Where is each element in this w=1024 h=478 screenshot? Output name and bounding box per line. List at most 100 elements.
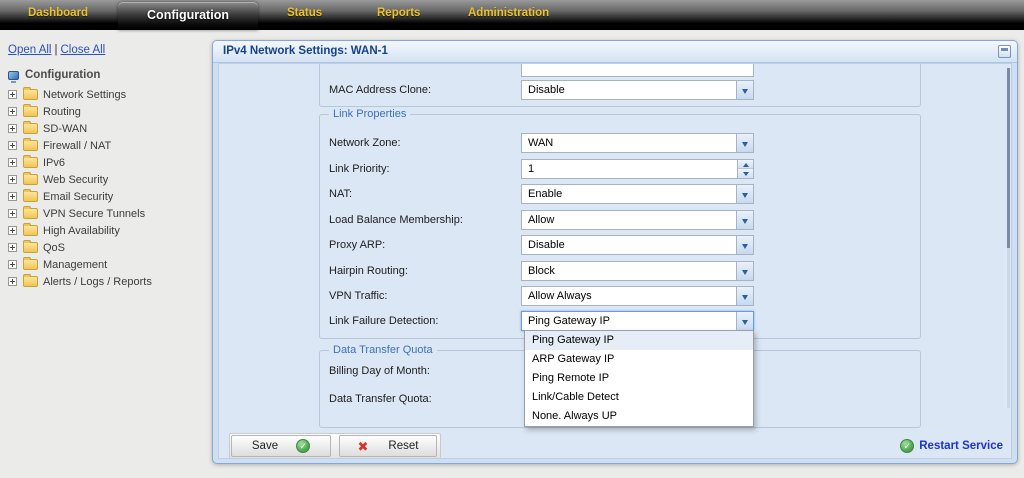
proxy-arp-label: Proxy ARP:: [329, 235, 385, 255]
folder-icon: [23, 242, 38, 253]
dropdown-option-none-always-up[interactable]: None. Always UP: [525, 407, 753, 426]
dropdown-option-link-cable-detect[interactable]: Link/Cable Detect: [525, 388, 753, 407]
hairpin-routing-select[interactable]: Block: [521, 261, 754, 281]
restart-service-button[interactable]: ✓ Restart Service: [900, 436, 1003, 456]
expand-plus-icon[interactable]: [8, 192, 17, 201]
scrollbar-thumb[interactable]: [1007, 68, 1010, 248]
sidebar-item-web-security[interactable]: Web Security: [8, 171, 208, 188]
computer-icon: [8, 71, 19, 80]
nav-item-dashboard[interactable]: Dashboard: [28, 0, 88, 27]
combo-value: Allow Always: [528, 290, 592, 302]
load-balance-membership-row: Load Balance Membership: Allow: [219, 210, 1011, 230]
config-tree: Configuration Network Settings Routing S…: [8, 66, 208, 290]
link-priority-label: Link Priority:: [329, 159, 390, 179]
load-balance-membership-select[interactable]: Allow: [521, 210, 754, 230]
collapse-panel-icon[interactable]: [998, 45, 1011, 58]
top-nav-bar: Dashboard Configuration Status Reports A…: [0, 0, 1024, 30]
restart-service-label: Restart Service: [919, 440, 1003, 452]
chevron-down-icon[interactable]: [736, 134, 753, 152]
link-separator: |: [54, 44, 57, 56]
tree-item-label: Email Security: [43, 191, 113, 203]
expand-plus-icon[interactable]: [8, 107, 17, 116]
sidebar-item-routing[interactable]: Routing: [8, 103, 208, 120]
expand-plus-icon[interactable]: [8, 158, 17, 167]
save-button[interactable]: Save ✓: [231, 435, 331, 457]
sidebar-item-qos[interactable]: QoS: [8, 239, 208, 256]
network-zone-select[interactable]: WAN: [521, 133, 754, 153]
folder-icon: [23, 259, 38, 270]
sidebar-item-vpn-secure-tunnels[interactable]: VPN Secure Tunnels: [8, 205, 208, 222]
nav-item-administration[interactable]: Administration: [468, 0, 549, 27]
settings-panel: IPv4 Network Settings: WAN-1 **** MAC Ad…: [212, 40, 1018, 464]
expand-plus-icon[interactable]: [8, 90, 17, 99]
vpn-traffic-label: VPN Traffic:: [329, 286, 387, 306]
expand-plus-icon[interactable]: [8, 124, 17, 133]
reset-button[interactable]: ✖ Reset: [339, 435, 437, 457]
chevron-down-icon[interactable]: [736, 236, 753, 254]
tree-expand-links: Open All|Close All: [8, 44, 105, 56]
link-priority-row: Link Priority: 1: [219, 159, 1011, 179]
mac-address-clone-select[interactable]: Disable: [521, 80, 754, 100]
chevron-down-icon[interactable]: [736, 287, 753, 305]
link-failure-detection-label: Link Failure Detection:: [329, 311, 438, 331]
dropdown-option-ping-gateway-ip[interactable]: Ping Gateway IP: [525, 331, 753, 350]
vpn-traffic-select[interactable]: Allow Always: [521, 286, 754, 306]
tree-item-label: Management: [43, 259, 107, 271]
sidebar-item-management[interactable]: Management: [8, 256, 208, 273]
chevron-down-icon[interactable]: [736, 81, 753, 99]
data-transfer-quota-legend: Data Transfer Quota: [329, 344, 437, 356]
chevron-down-icon[interactable]: [736, 262, 753, 280]
sidebar-item-email-security[interactable]: Email Security: [8, 188, 208, 205]
folder-icon: [23, 191, 38, 202]
expand-plus-icon[interactable]: [8, 175, 17, 184]
chevron-down-icon[interactable]: [736, 211, 753, 229]
expand-plus-icon[interactable]: [8, 260, 17, 269]
tree-item-label: Network Settings: [43, 89, 126, 101]
link-failure-detection-select[interactable]: Ping Gateway IP: [521, 311, 754, 331]
network-zone-label: Network Zone:: [329, 133, 401, 153]
scrolled-text-input[interactable]: ****: [521, 64, 754, 77]
combo-value: Enable: [528, 188, 562, 200]
sidebar-item-network-settings[interactable]: Network Settings: [8, 86, 208, 103]
expand-plus-icon[interactable]: [8, 209, 17, 218]
hairpin-routing-label: Hairpin Routing:: [329, 261, 408, 281]
dropdown-option-arp-gateway-ip[interactable]: ARP Gateway IP: [525, 350, 753, 369]
chevron-down-icon[interactable]: [736, 185, 753, 203]
close-all-link[interactable]: Close All: [60, 44, 105, 56]
combo-value: WAN: [528, 137, 553, 149]
x-icon: ✖: [358, 440, 369, 453]
dropdown-option-ping-remote-ip[interactable]: Ping Remote IP: [525, 369, 753, 388]
proxy-arp-select[interactable]: Disable: [521, 235, 754, 255]
nat-select[interactable]: Enable: [521, 184, 754, 204]
sidebar-item-firewall-nat[interactable]: Firewall / NAT: [8, 137, 208, 154]
chevron-down-icon[interactable]: [736, 312, 753, 330]
expand-plus-icon[interactable]: [8, 243, 17, 252]
sidebar-item-ipv6[interactable]: IPv6: [8, 154, 208, 171]
sidebar-item-high-availability[interactable]: High Availability: [8, 222, 208, 239]
tree-item-label: Web Security: [43, 174, 108, 186]
folder-icon: [23, 157, 38, 168]
sidebar-item-sd-wan[interactable]: SD-WAN: [8, 120, 208, 137]
nav-item-reports[interactable]: Reports: [377, 0, 420, 27]
tree-item-label: SD-WAN: [43, 123, 87, 135]
sidebar-item-alerts-logs-reports[interactable]: Alerts / Logs / Reports: [8, 273, 208, 290]
spinner-up-icon[interactable]: [738, 160, 753, 169]
combo-value: Disable: [528, 239, 565, 251]
link-priority-input[interactable]: 1: [521, 159, 754, 179]
panel-body: **** MAC Address Clone: Disable Link Pro…: [218, 63, 1012, 459]
panel-header: IPv4 Network Settings: WAN-1: [213, 41, 1017, 63]
reset-button-label: Reset: [388, 440, 418, 452]
expand-plus-icon[interactable]: [8, 277, 17, 286]
nav-tab-configuration[interactable]: Configuration: [118, 2, 258, 30]
combo-value: Allow: [528, 214, 554, 226]
expand-plus-icon[interactable]: [8, 141, 17, 150]
page-title: IPv4 Network Settings: WAN-1: [223, 45, 388, 57]
tree-item-label: IPv6: [43, 157, 65, 169]
open-all-link[interactable]: Open All: [8, 44, 51, 56]
tree-root-configuration[interactable]: Configuration: [8, 66, 208, 84]
nav-item-status[interactable]: Status: [287, 0, 322, 27]
link-properties-legend: Link Properties: [329, 108, 410, 120]
folder-icon: [23, 225, 38, 236]
spinner-down-icon[interactable]: [738, 169, 753, 178]
expand-plus-icon[interactable]: [8, 226, 17, 235]
